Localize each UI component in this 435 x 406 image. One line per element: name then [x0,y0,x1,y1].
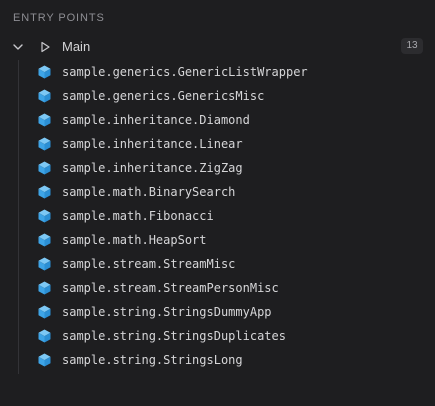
entry-point-item[interactable]: sample.generics.GenericListWrapper [0,60,435,84]
entry-point-item[interactable]: sample.string.StringsDummyApp [0,300,435,324]
play-icon[interactable] [39,41,51,53]
class-cube-icon [38,281,51,295]
class-cube-icon [38,161,51,175]
entry-point-label: sample.generics.GenericsMisc [62,89,265,103]
class-cube-icon [38,89,51,103]
entry-point-label: sample.inheritance.Linear [62,137,243,151]
entry-point-label: sample.generics.GenericListWrapper [62,65,308,79]
entry-point-item[interactable]: sample.stream.StreamPersonMisc [0,276,435,300]
entry-point-label: sample.math.Fibonacci [62,209,214,223]
entry-point-item[interactable]: sample.string.StringsLong [0,348,435,372]
class-cube-icon [38,185,51,199]
entry-point-item[interactable]: sample.generics.GenericsMisc [0,84,435,108]
entry-point-item[interactable]: sample.inheritance.ZigZag [0,156,435,180]
entry-point-label: sample.string.StringsDummyApp [62,305,272,319]
entry-point-label: sample.stream.StreamMisc [62,257,236,271]
chevron-down-icon[interactable] [12,41,24,53]
group-row-main[interactable]: Main 13 [0,35,435,59]
entry-point-label: sample.string.StringsLong [62,353,243,367]
entry-point-item[interactable]: sample.inheritance.Linear [0,132,435,156]
class-cube-icon [38,233,51,247]
section-header: ENTRY POINTS [13,12,105,24]
entry-point-label: sample.inheritance.ZigZag [62,161,243,175]
entry-points-panel: ENTRY POINTS Main 13 sample.generics.Gen… [0,0,435,406]
class-cube-icon [38,305,51,319]
entry-point-label: sample.string.StringsDuplicates [62,329,286,343]
entry-point-label: sample.stream.StreamPersonMisc [62,281,279,295]
entry-point-item[interactable]: sample.stream.StreamMisc [0,252,435,276]
entry-point-item[interactable]: sample.math.HeapSort [0,228,435,252]
group-label: Main [62,39,91,54]
class-cube-icon [38,113,51,127]
class-cube-icon [38,209,51,223]
class-cube-icon [38,257,51,271]
entry-point-list: sample.generics.GenericListWrapper sampl… [0,60,435,372]
count-badge: 13 [401,38,423,54]
class-cube-icon [38,329,51,343]
entry-point-label: sample.inheritance.Diamond [62,113,250,127]
entry-point-item[interactable]: sample.math.BinarySearch [0,180,435,204]
entry-point-label: sample.math.HeapSort [62,233,207,247]
entry-point-item[interactable]: sample.string.StringsDuplicates [0,324,435,348]
class-cube-icon [38,353,51,367]
class-cube-icon [38,137,51,151]
entry-point-item[interactable]: sample.inheritance.Diamond [0,108,435,132]
entry-point-label: sample.math.BinarySearch [62,185,236,199]
entry-point-item[interactable]: sample.math.Fibonacci [0,204,435,228]
class-cube-icon [38,65,51,79]
